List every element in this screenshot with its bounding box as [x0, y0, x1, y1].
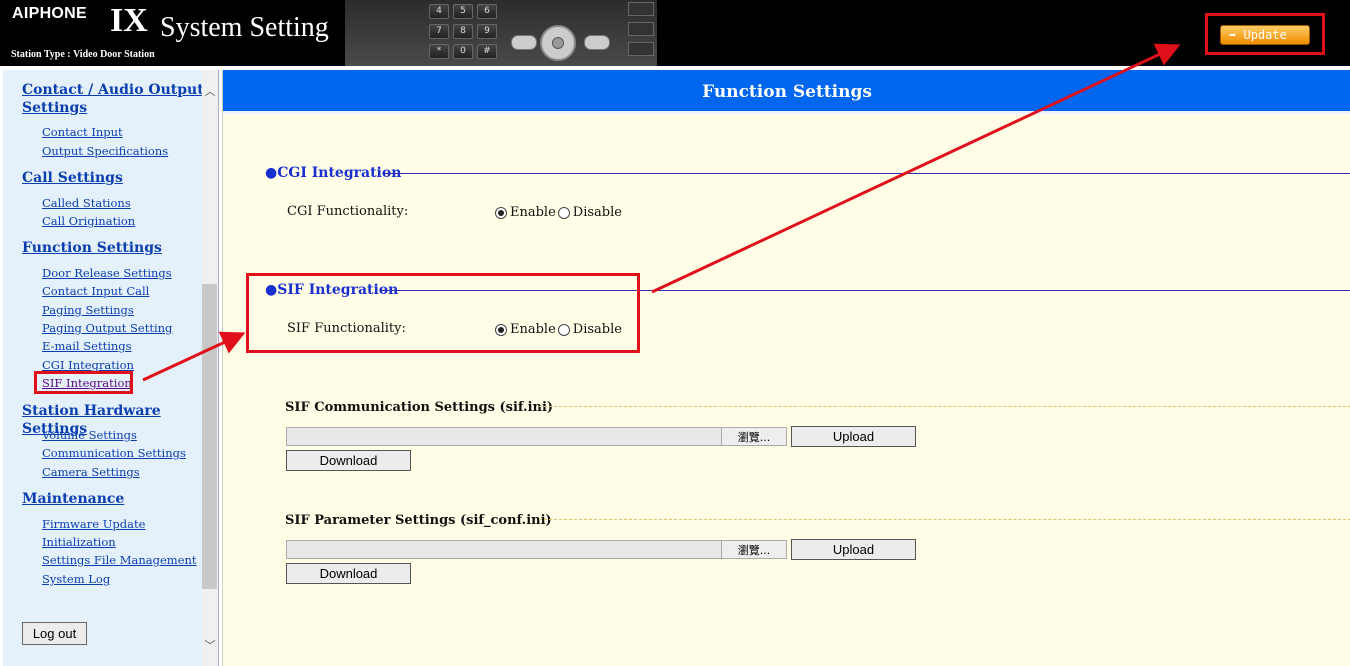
- nav-section-call-settings[interactable]: Call Settings: [22, 169, 123, 187]
- sidebar-item-communication-settings[interactable]: Communication Settings: [42, 446, 186, 460]
- brand-logo: AIPHONE: [12, 5, 87, 22]
- sidebar-item-email-settings[interactable]: E-mail Settings: [42, 339, 132, 353]
- sif-param-browse-button[interactable]: 瀏覽...: [721, 540, 787, 559]
- keypad-key-9: 9: [477, 24, 497, 39]
- sif-comm-upload-button[interactable]: Upload: [791, 426, 916, 447]
- device-keypad-image: 4 5 6 7 8 9 * 0 #: [345, 0, 657, 66]
- sidebar-item-contact-input[interactable]: Contact Input: [42, 125, 123, 139]
- chevron-up-icon[interactable]: ︿: [204, 86, 216, 98]
- sif-comm-file-input[interactable]: [286, 427, 722, 446]
- logout-button[interactable]: Log out: [22, 622, 87, 645]
- sidebar-item-initialization[interactable]: Initialization: [42, 535, 116, 549]
- sidebar-item-firmware-update[interactable]: Firmware Update: [42, 517, 145, 531]
- nav-section-label: Contact / Audio Output: [22, 82, 204, 98]
- scrollbar-thumb[interactable]: [202, 284, 217, 589]
- sidebar-item-paging-output-setting[interactable]: Paging Output Setting: [42, 321, 172, 335]
- dashed-divider: [539, 406, 1350, 407]
- page-title: Function Settings: [223, 70, 1350, 114]
- sif-comm-browse-button[interactable]: 瀏覽...: [721, 427, 787, 446]
- station-type-label: Station Type : Video Door Station: [11, 49, 155, 60]
- chevron-down-icon[interactable]: ﹀: [204, 640, 216, 652]
- keypad-key-6: 6: [477, 4, 497, 19]
- product-title: System Setting: [160, 12, 329, 43]
- keypad-key-8: 8: [453, 24, 473, 39]
- keypad-side-key: [628, 22, 654, 36]
- sif-param-download-button[interactable]: Download: [286, 563, 411, 584]
- keypad-side-key: [628, 42, 654, 56]
- keypad-left-button: [511, 35, 537, 50]
- sidebar-item-output-specifications[interactable]: Output Specifications: [42, 144, 168, 158]
- sidebar-item-paging-settings[interactable]: Paging Settings: [42, 303, 134, 317]
- sidebar-item-volume-settings[interactable]: Volume Settings: [42, 428, 137, 442]
- sidebar-item-call-origination[interactable]: Call Origination: [42, 214, 135, 228]
- sidebar-item-contact-input-call[interactable]: Contact Input Call: [42, 284, 149, 298]
- keypad-side-key: [628, 2, 654, 16]
- keypad-dpad-icon: [540, 25, 576, 61]
- cgi-section-heading: ●CGI Integration: [265, 165, 402, 181]
- keypad-key-star: *: [429, 44, 449, 59]
- cgi-disable-radio[interactable]: [557, 206, 570, 219]
- keypad-right-button: [584, 35, 610, 50]
- sif-param-upload-button[interactable]: Upload: [791, 539, 916, 560]
- sidebar-item-camera-settings[interactable]: Camera Settings: [42, 465, 140, 479]
- dashed-divider: [539, 519, 1350, 520]
- sif-param-heading: SIF Parameter Settings (sif_conf.ini): [285, 513, 552, 528]
- sif-section-highlight-box: [246, 273, 640, 353]
- sidebar-nav: Contact / Audio Output Settings Contact …: [3, 70, 219, 666]
- update-highlight-box: [1205, 13, 1325, 55]
- keypad-key-4: 4: [429, 4, 449, 19]
- header-banner: AIPHONE IX System Setting Station Type :…: [0, 0, 1350, 66]
- sidebar-item-door-release-settings[interactable]: Door Release Settings: [42, 266, 172, 280]
- sif-comm-heading: SIF Communication Settings (sif.ini): [285, 400, 554, 415]
- sif-comm-download-button[interactable]: Download: [286, 450, 411, 471]
- section-divider: [385, 173, 1350, 174]
- sif-nav-highlight-box: [34, 371, 133, 394]
- nav-section-contact-audio[interactable]: Contact / Audio Output Settings: [22, 81, 204, 117]
- sidebar-item-settings-file-management[interactable]: Settings File Management: [42, 553, 197, 567]
- sidebar-item-system-log[interactable]: System Log: [42, 572, 110, 586]
- sidebar-item-called-stations[interactable]: Called Stations: [42, 196, 131, 210]
- keypad-key-7: 7: [429, 24, 449, 39]
- cgi-enable-radio[interactable]: [495, 206, 507, 219]
- product-title-ix: IX: [110, 2, 148, 39]
- sidebar-scrollbar[interactable]: ︿ ﹀: [202, 70, 218, 666]
- nav-section-label: Settings: [22, 100, 88, 116]
- sif-param-file-input[interactable]: [286, 540, 722, 559]
- cgi-enable-label: Enable: [510, 205, 556, 220]
- keypad-key-hash: #: [477, 44, 497, 59]
- cgi-functionality-radio-group: Enable Disable: [495, 205, 624, 220]
- cgi-functionality-label: CGI Functionality:: [287, 204, 409, 219]
- sidebar-item-cgi-integration[interactable]: CGI Integration: [42, 358, 134, 372]
- nav-section-function-settings[interactable]: Function Settings: [22, 239, 162, 257]
- nav-section-maintenance[interactable]: Maintenance: [22, 490, 124, 508]
- keypad-key-5: 5: [453, 4, 473, 19]
- cgi-disable-label: Disable: [572, 205, 622, 220]
- main-content: Function Settings ●CGI Integration CGI F…: [222, 70, 1350, 666]
- keypad-key-0: 0: [453, 44, 473, 59]
